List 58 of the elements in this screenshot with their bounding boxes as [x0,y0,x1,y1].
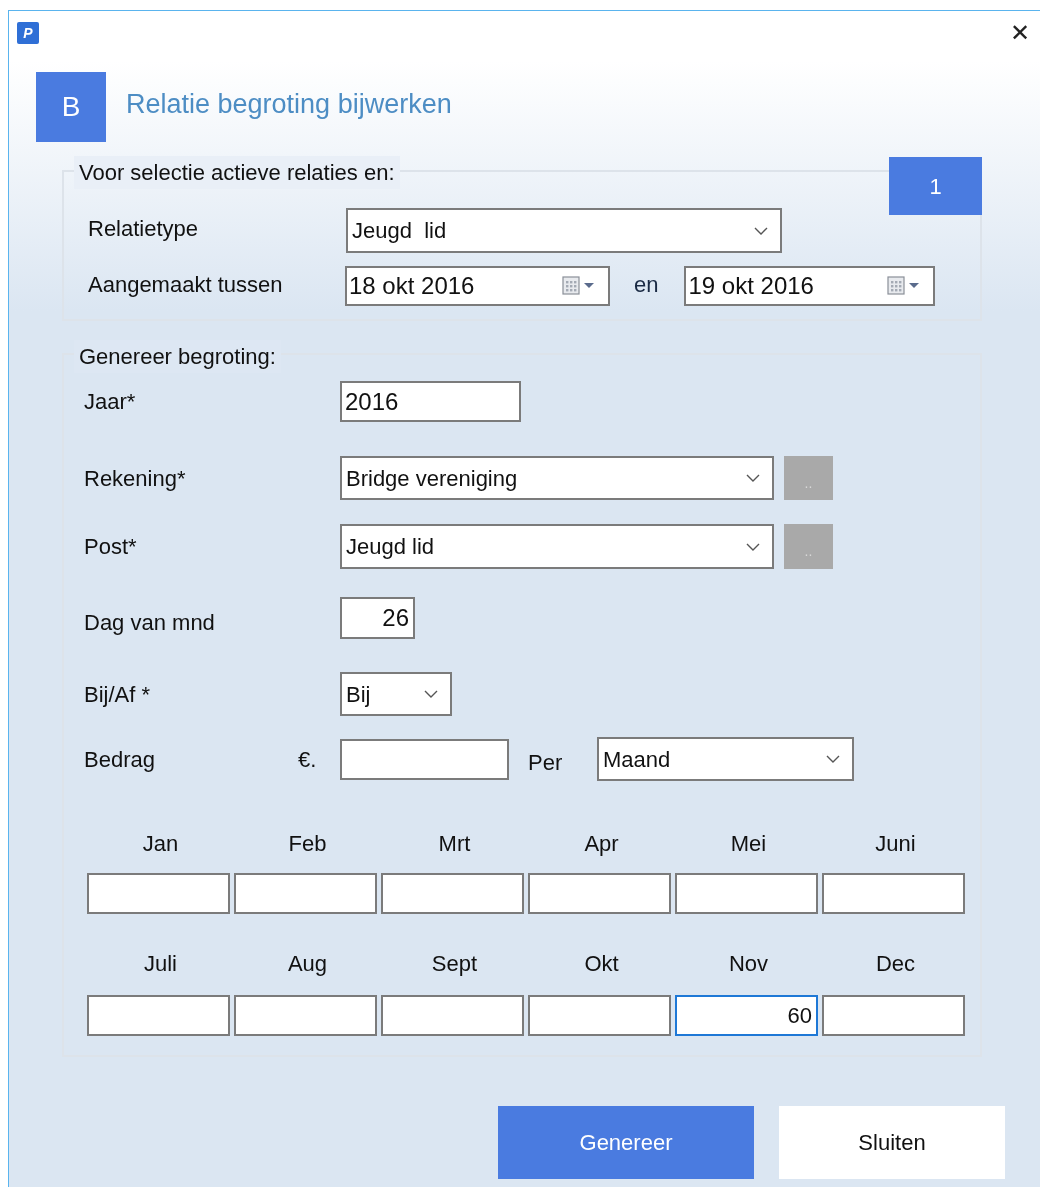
group-legend: Voor selectie actieve relaties en: [74,156,400,189]
field-label: Aangemaakt tussen [88,270,284,299]
joiner-text: en [634,270,659,299]
field-label: Relatietype [88,215,200,243]
month-field[interactable] [528,995,671,1036]
header-badge: B [36,72,106,142]
date-picker[interactable]: 18 okt 2016 [345,266,610,306]
month-field[interactable] [381,995,524,1036]
chevron-down-icon [746,474,760,482]
chevron-down-icon [746,542,760,551]
month-label: Juli [144,951,177,977]
day-field[interactable]: 26 [340,597,415,639]
field-label: Per [528,748,564,777]
month-label: Mrt [438,831,471,857]
month-label: Okt [584,951,619,977]
month-label: Mei [730,831,767,857]
close-dialog-button[interactable]: Sluiten [779,1106,1005,1179]
chevron-down-icon [754,226,768,235]
generate-button[interactable]: Genereer [498,1106,754,1179]
month-label: Sept [431,951,478,977]
month-field[interactable]: 60 [675,995,818,1036]
month-label: Nov [728,951,769,977]
app-icon: P [17,22,39,44]
field-label: Jaar* [84,388,137,416]
period-select[interactable]: Maand [597,737,854,781]
month-label: Aug [287,951,328,977]
month-label: Juni [875,831,916,857]
month-label: Dec [875,951,916,977]
close-button[interactable]: ✕ [1010,21,1030,45]
month-field[interactable] [675,873,818,914]
field-label: Post* [84,533,138,561]
date-picker[interactable]: 19 okt 2016 [684,266,936,306]
account-select[interactable]: Bridge vereniging [340,456,774,500]
field-label: Rekening* [84,464,187,493]
month-field[interactable] [87,995,230,1036]
month-field[interactable] [234,995,377,1036]
dialog-title: Relatie begroting bijwerken [126,88,452,121]
chevron-down-icon [826,755,840,763]
month-field[interactable] [87,873,230,914]
month-field[interactable] [234,873,377,914]
year-field[interactable]: 2016 [340,381,521,422]
month-field[interactable] [381,873,524,914]
field-label: Bedrag [84,745,156,774]
post-select[interactable]: Jeugd lid [340,524,774,569]
month-field[interactable] [822,873,965,914]
month-label: Apr [584,831,619,857]
chevron-down-icon [424,690,438,698]
step-badge: 1 [889,157,982,215]
field-label: €. [298,745,318,774]
direction-select[interactable]: Bij [340,672,452,716]
field-label: Dag van mnd [84,609,216,637]
amount-field[interactable] [340,738,509,780]
month-field[interactable] [822,995,965,1036]
month-label: Jan [142,831,179,857]
relation-type-select[interactable]: Jeugd lid [346,208,782,253]
month-label: Feb [288,831,327,857]
field-label: Bij/Af * [84,680,152,709]
month-field[interactable] [528,873,671,914]
